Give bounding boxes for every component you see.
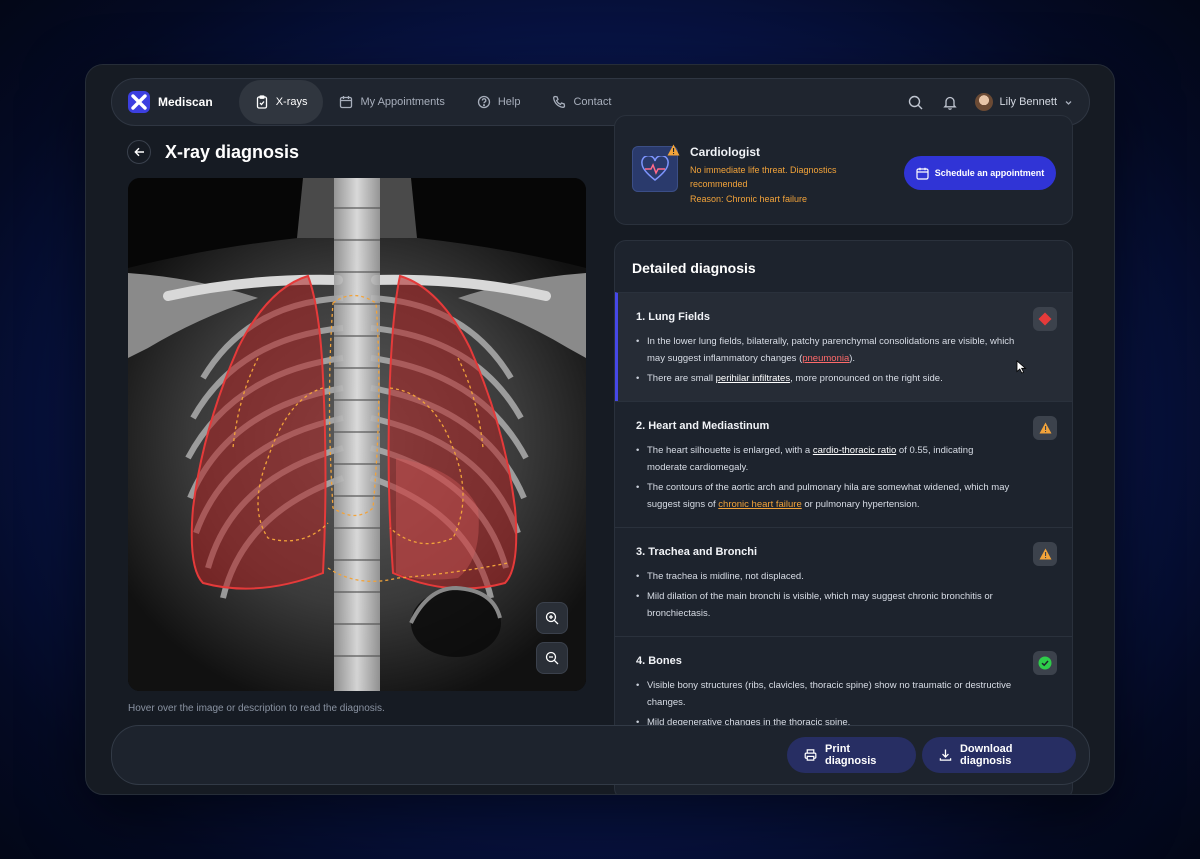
term-link-perihilar-infiltrates[interactable]: perihilar infiltrates — [716, 373, 790, 384]
zoom-in-icon — [545, 611, 559, 625]
download-diagnosis-button[interactable]: Download diagnosis — [922, 737, 1076, 773]
warning-icon — [1039, 422, 1051, 434]
calendar-icon — [340, 96, 353, 109]
arrow-left-icon — [133, 147, 144, 157]
section-bullets: In the lower lung fields, bilaterally, p… — [636, 333, 1016, 390]
term-link-chronic-heart-failure[interactable]: chronic heart failure — [718, 499, 801, 510]
nav-item-appointments[interactable]: My Appointments — [323, 80, 460, 124]
page-title: X-ray diagnosis — [165, 142, 300, 162]
nav-item-label: Help — [497, 96, 521, 108]
specialist-card: Cardiologist No immediate life threat. D… — [614, 115, 1073, 225]
mediscan-logo-icon — [128, 91, 150, 113]
section-title: 2. Heart and Mediastinum — [636, 420, 770, 432]
specialist-title: Cardiologist — [690, 145, 761, 159]
specialist-reason: Reason: Chronic heart failure — [690, 194, 808, 204]
user-menu[interactable]: Lily Bennett — [974, 93, 1073, 111]
mouse-cursor-icon — [1016, 360, 1028, 379]
section-title: 4. Bones — [636, 655, 682, 667]
avatar — [974, 93, 993, 111]
list-item: The trachea is midline, not displaced. — [636, 568, 1016, 585]
print-diagnosis-button[interactable]: Print diagnosis — [787, 737, 916, 773]
printer-icon — [804, 749, 817, 761]
diagnosis-section-lung-fields[interactable]: 1. Lung Fields In the lower lung fields,… — [615, 292, 1072, 401]
back-button[interactable] — [127, 140, 151, 164]
chest-xray-image[interactable] — [128, 178, 586, 691]
status-badge-warning — [1033, 542, 1057, 566]
notifications-button[interactable] — [933, 85, 967, 119]
brand-name: Mediscan — [158, 95, 213, 109]
calendar-icon — [916, 167, 929, 180]
print-diagnosis-label: Print diagnosis — [825, 743, 877, 767]
section-bullets: The heart silhouette is enlarged, with a… — [636, 442, 1016, 516]
nav-item-label: X-rays — [275, 96, 308, 108]
phone-icon — [553, 95, 566, 108]
action-bar: Print diagnosis Download diagnosis — [111, 725, 1090, 785]
zoom-out-icon — [545, 651, 559, 665]
search-button[interactable] — [899, 85, 933, 119]
search-icon — [908, 95, 923, 109]
diagnosis-section-heart-mediastinum[interactable]: 2. Heart and Mediastinum The heart silho… — [615, 401, 1072, 527]
critical-diamond-icon — [1038, 312, 1052, 326]
status-badge-critical — [1033, 307, 1057, 331]
list-item: There are small perihilar infiltrates, m… — [636, 370, 1016, 387]
image-hint-text: Hover over the image or description to r… — [128, 703, 385, 714]
nav-item-contact[interactable]: Contact — [536, 80, 627, 124]
specialist-message: No immediate life threat. Diagnostics re… — [690, 165, 837, 189]
schedule-appointment-label: Schedule an appointment — [934, 168, 1045, 178]
list-item: The heart silhouette is enlarged, with a… — [636, 442, 1016, 476]
list-item: Mild dilation of the main bronchi is vis… — [636, 588, 1016, 622]
term-link-cardio-thoracic-ratio[interactable]: cardio-thoracic ratio — [813, 445, 896, 456]
download-diagnosis-label: Download diagnosis — [959, 743, 1013, 767]
nav-item-label: Contact — [573, 96, 612, 108]
download-icon — [939, 749, 952, 761]
zoom-in-button[interactable] — [536, 602, 568, 634]
list-item: The contours of the aortic arch and pulm… — [636, 479, 1016, 513]
check-circle-icon — [1038, 656, 1052, 670]
status-badge-ok — [1033, 651, 1057, 675]
detailed-diagnosis-card: Detailed diagnosis 1. Lung Fields In the… — [614, 240, 1073, 794]
nav-item-help[interactable]: Help — [461, 80, 537, 124]
xray-image-viewer[interactable] — [128, 178, 586, 691]
bell-icon — [942, 96, 957, 110]
diagnosis-section-trachea-bronchi[interactable]: 3. Trachea and Bronchi The trachea is mi… — [615, 527, 1072, 636]
schedule-appointment-button[interactable]: Schedule an appointment — [904, 156, 1056, 190]
nav-item-xrays[interactable]: X-rays — [238, 80, 324, 124]
term-link-pneumonia[interactable]: pneumonia — [802, 353, 849, 364]
warning-icon — [667, 143, 680, 161]
user-name: Lily Bennett — [999, 96, 1057, 108]
list-item: Visible bony structures (ribs, clavicles… — [636, 677, 1016, 711]
help-circle-icon — [477, 95, 490, 109]
diagnosis-title: Detailed diagnosis — [632, 260, 756, 276]
clipboard-icon — [256, 95, 267, 109]
list-item: In the lower lung fields, bilaterally, p… — [636, 333, 1016, 367]
nav-item-label: My Appointments — [360, 96, 445, 108]
app-window: Mediscan X-rays My Appointments Help Con… — [85, 64, 1115, 795]
section-title: 3. Trachea and Bronchi — [636, 546, 758, 558]
brand[interactable]: Mediscan — [128, 91, 213, 113]
status-badge-warning — [1033, 416, 1057, 440]
zoom-out-button[interactable] — [536, 642, 568, 674]
section-bullets: The trachea is midline, not displaced. M… — [636, 568, 1016, 625]
section-title: 1. Lung Fields — [636, 311, 710, 323]
warning-icon — [1039, 548, 1051, 560]
chevron-down-icon — [1065, 100, 1072, 105]
